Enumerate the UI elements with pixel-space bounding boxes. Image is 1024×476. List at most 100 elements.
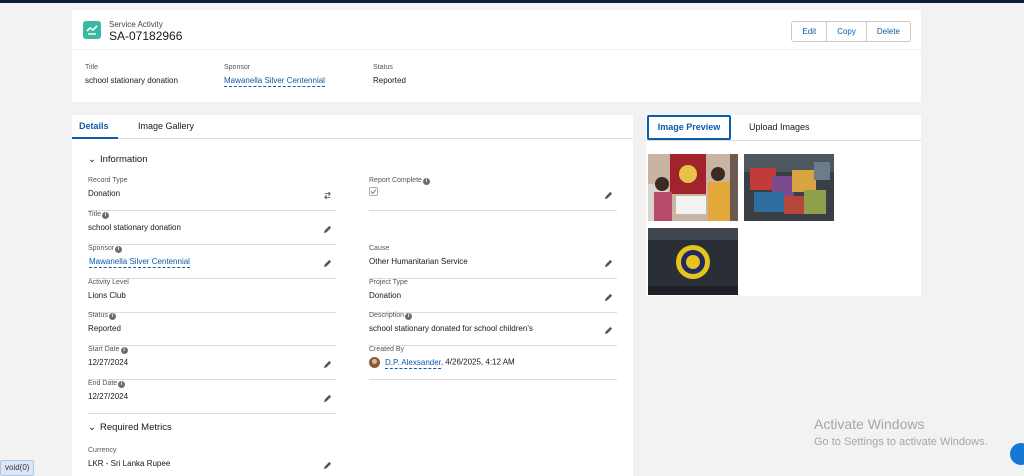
- field-label: Activity Level: [88, 279, 129, 286]
- edit-button[interactable]: Edit: [792, 22, 828, 41]
- pencil-icon[interactable]: [323, 394, 332, 403]
- created-by-user-link[interactable]: D.P. Alexsander: [385, 357, 441, 369]
- field-label: Created By: [369, 346, 405, 353]
- info-icon[interactable]: i: [118, 381, 126, 388]
- highlight-status-label: Status: [373, 64, 393, 71]
- assistant-launcher-button[interactable]: [1010, 443, 1024, 465]
- pencil-icon[interactable]: [323, 360, 332, 369]
- field-label: Record Type: [88, 177, 128, 184]
- record-header-top: Service Activity SA-07182966 Edit Copy D…: [72, 10, 921, 50]
- info-icon[interactable]: i: [120, 347, 128, 354]
- field-label: Description: [369, 312, 405, 319]
- highlight-sponsor-link[interactable]: Mawanella Silver Centennial: [224, 76, 325, 87]
- user-avatar: [369, 357, 380, 368]
- highlight-status-value: Reported: [373, 76, 406, 85]
- image-thumbnail[interactable]: [744, 154, 834, 221]
- details-card: Details Image Gallery ⌄ Information Recor…: [72, 115, 633, 476]
- record-header: Service Activity SA-07182966 Edit Copy D…: [72, 10, 921, 102]
- section-information-title: Information: [99, 154, 148, 165]
- image-thumbnail[interactable]: [648, 154, 738, 221]
- field-label: Cause: [369, 245, 390, 252]
- image-thumbnail[interactable]: [648, 228, 738, 295]
- field-currency: Currency LKR - Sri Lanka Rupee: [88, 447, 336, 476]
- info-icon[interactable]: i: [115, 246, 123, 253]
- highlight-sponsor-label: Sponsor: [224, 64, 251, 71]
- section-required-metrics[interactable]: ⌄ Required Metrics: [88, 422, 172, 433]
- info-icon[interactable]: i: [108, 313, 116, 320]
- object-type-label: Service Activity: [109, 20, 163, 29]
- section-information[interactable]: ⌄ Information: [88, 154, 148, 165]
- created-date: , 4/26/2025, 4:12 AM: [440, 357, 515, 367]
- field-value: LKR - Sri Lanka Rupee: [88, 459, 171, 468]
- field-value: school stationary donated for school chi…: [369, 324, 533, 333]
- field-value: school stationary donation: [88, 223, 181, 232]
- field-cause: Cause Other Humanitarian Service: [369, 245, 617, 279]
- highlight-title-value: school stationary donation: [85, 76, 178, 85]
- change-record-type-icon[interactable]: [323, 191, 332, 200]
- pencil-icon[interactable]: [604, 191, 613, 200]
- pencil-icon[interactable]: [323, 259, 332, 268]
- activate-windows-subtitle: Go to Settings to activate Windows.: [814, 436, 988, 448]
- pencil-icon[interactable]: [323, 225, 332, 234]
- field-value: Donation: [88, 189, 121, 198]
- highlight-sponsor: Sponsor Mawanella Silver Centennial: [224, 64, 325, 87]
- delete-button[interactable]: Delete: [867, 22, 910, 41]
- field-start-date: Start Date i 12/27/2024: [88, 346, 336, 380]
- highlight-title: Title school stationary donation: [85, 64, 178, 85]
- activate-windows-title: Activate Windows: [814, 416, 925, 432]
- pencil-icon[interactable]: [604, 293, 613, 302]
- field-sponsor: Sponsor i Mawanella Silver Centennial: [88, 245, 336, 279]
- copy-button[interactable]: Copy: [827, 22, 867, 41]
- highlight-title-label: Title: [85, 64, 98, 71]
- field-value: 12/27/2024: [88, 392, 129, 401]
- info-icon[interactable]: i: [422, 178, 430, 185]
- field-label: Title: [88, 211, 101, 218]
- tab-image-gallery[interactable]: Image Gallery: [138, 121, 194, 131]
- image-card: Image Preview Upload Images: [646, 115, 921, 296]
- image-tabs: Image Preview Upload Images: [646, 115, 921, 141]
- field-report-complete: Report Complete i: [369, 177, 617, 211]
- field-activity-level: Activity Level Lions Club: [88, 279, 336, 313]
- field-label: End Date: [88, 380, 118, 387]
- field-end-date: End Date i 12/27/2024: [88, 380, 336, 414]
- field-description: Description i school stationary donated f…: [369, 312, 617, 346]
- action-button-group: Edit Copy Delete: [791, 21, 911, 42]
- chevron-down-icon: ⌄: [88, 154, 96, 165]
- field-title: Title i school stationary donation: [88, 211, 336, 245]
- checkmark-icon: [370, 189, 377, 195]
- field-label: Report Complete: [369, 177, 422, 184]
- section-required-metrics-title: Required Metrics: [99, 422, 172, 433]
- field-label: Currency: [88, 447, 117, 454]
- field-status: Status i Reported: [88, 312, 336, 346]
- record-id: SA-07182966: [109, 29, 183, 43]
- tab-details[interactable]: Details: [79, 121, 109, 131]
- chevron-down-icon: ⌄: [88, 422, 96, 433]
- field-label: Status: [88, 312, 108, 319]
- pencil-icon[interactable]: [323, 461, 332, 470]
- field-created-by: Created By D.P. Alexsander, 4/26/2025, 4…: [369, 346, 617, 380]
- top-bar: [0, 0, 1024, 3]
- report-complete-checkbox: [369, 187, 378, 196]
- active-tab-indicator: [72, 137, 118, 139]
- sponsor-link[interactable]: Mawanella Silver Centennial: [89, 257, 190, 268]
- field-label: Start Date: [88, 346, 120, 353]
- field-value: Other Humanitarian Service: [369, 257, 468, 266]
- pencil-icon[interactable]: [604, 326, 613, 335]
- field-record-type: Record Type Donation: [88, 177, 336, 211]
- field-value: Reported: [88, 324, 121, 333]
- status-bar-url: void(0): [0, 460, 35, 476]
- pencil-icon[interactable]: [604, 259, 613, 268]
- highlight-status: Status Reported: [373, 64, 406, 85]
- tab-image-preview[interactable]: Image Preview: [647, 115, 731, 140]
- field-label: Sponsor: [88, 245, 115, 252]
- field-label: Project Type: [369, 279, 408, 286]
- field-value: Lions Club: [88, 291, 126, 300]
- field-value: Donation: [369, 291, 402, 300]
- field-value: 12/27/2024: [88, 358, 129, 367]
- service-activity-icon: [83, 21, 101, 39]
- info-icon[interactable]: i: [101, 212, 109, 219]
- details-tabs: Details Image Gallery: [72, 115, 633, 139]
- tab-upload-images[interactable]: Upload Images: [749, 122, 810, 132]
- field-project-type: Project Type Donation: [369, 279, 617, 313]
- info-icon[interactable]: i: [405, 313, 413, 320]
